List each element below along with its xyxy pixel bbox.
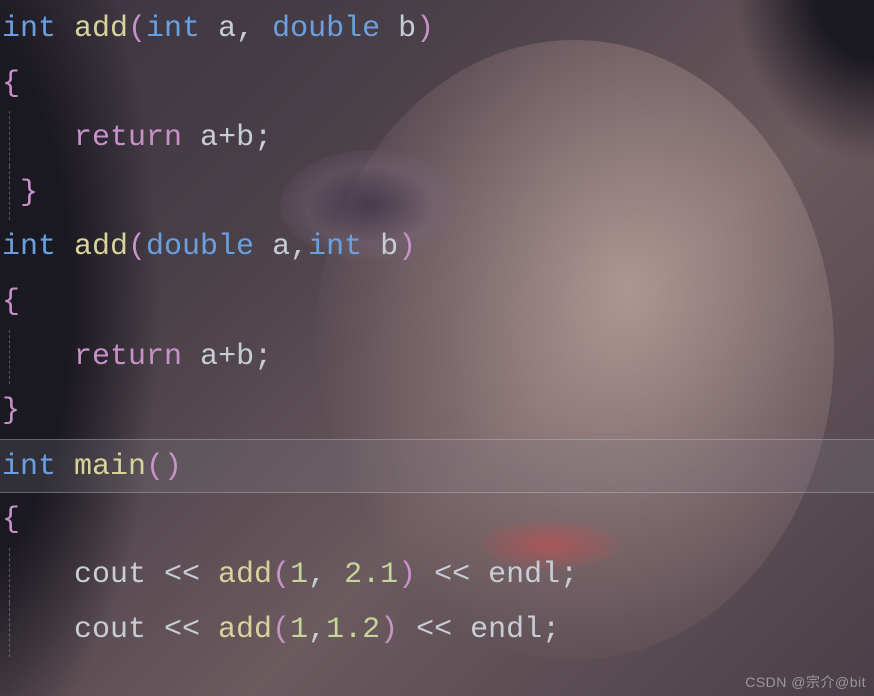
indent-guide	[9, 111, 10, 166]
token-pn: ,	[308, 558, 344, 592]
token-kw: int	[2, 230, 74, 264]
code-line[interactable]: int add(int a, double b)	[0, 2, 874, 57]
code-line-content: int main()	[2, 450, 182, 484]
token-br: )	[416, 12, 434, 46]
token-id: b	[236, 121, 254, 155]
code-line-content: {	[2, 67, 20, 101]
indent-space	[2, 558, 74, 592]
token-br: )	[398, 230, 416, 264]
code-line[interactable]: }	[0, 166, 874, 221]
token-op: <<	[398, 613, 470, 647]
token-br: )	[398, 558, 416, 592]
code-line-content: return a+b;	[2, 121, 272, 155]
code-editor[interactable]: int add(int a, double b){ return a+b; }i…	[0, 0, 874, 696]
code-line[interactable]: return a+b;	[0, 330, 874, 385]
code-line[interactable]: cout << add(1,1.2) << endl;	[0, 603, 874, 658]
code-line-content: {	[2, 285, 20, 319]
indent-guide	[9, 548, 10, 603]
token-num: 1	[290, 558, 308, 592]
code-line-content: }	[2, 394, 20, 428]
code-line[interactable]: }	[0, 384, 874, 439]
token-kw: double	[272, 12, 398, 46]
token-fn: add	[218, 613, 272, 647]
token-pn: ,	[290, 230, 308, 264]
token-pn: ,	[236, 12, 272, 46]
code-line[interactable]: cout << add(1, 2.1) << endl;	[0, 548, 874, 603]
token-id: b	[236, 340, 254, 374]
token-br: (	[272, 558, 290, 592]
token-fn: add	[74, 230, 128, 264]
token-kw: int	[308, 230, 380, 264]
token-pn: ;	[254, 121, 272, 155]
token-br: {	[2, 503, 20, 537]
token-br: }	[2, 176, 38, 210]
indent-guide	[9, 330, 10, 385]
code-line[interactable]: {	[0, 493, 874, 548]
indent-space	[2, 340, 74, 374]
token-id: endl	[470, 613, 542, 647]
token-kw: int	[2, 450, 74, 484]
code-line[interactable]: {	[0, 57, 874, 112]
token-id: a	[200, 340, 218, 374]
token-op: +	[218, 121, 236, 155]
code-line-content: int add(double a,int b)	[2, 230, 416, 264]
code-line[interactable]: return a+b;	[0, 111, 874, 166]
code-line[interactable]: {	[0, 275, 874, 330]
token-id: a	[200, 121, 218, 155]
token-op: +	[218, 340, 236, 374]
code-line-content: return a+b;	[2, 340, 272, 374]
indent-space	[2, 613, 74, 647]
token-br: (	[272, 613, 290, 647]
token-id: cout	[74, 613, 164, 647]
token-fn: add	[218, 558, 272, 592]
token-ret: return	[74, 121, 200, 155]
code-line-content: cout << add(1, 2.1) << endl;	[2, 558, 578, 592]
watermark-text: CSDN @宗介@bit	[745, 672, 866, 692]
token-kw: double	[146, 230, 272, 264]
token-op: <<	[416, 558, 488, 592]
token-id: b	[398, 12, 416, 46]
code-line[interactable]: int main()	[0, 439, 874, 494]
token-num: 1	[290, 613, 308, 647]
token-br: (	[128, 230, 146, 264]
token-fn: main	[74, 450, 146, 484]
token-op: <<	[164, 558, 218, 592]
token-id: b	[380, 230, 398, 264]
token-pn: ;	[254, 340, 272, 374]
token-kw: int	[146, 12, 218, 46]
token-pn: ,	[308, 613, 326, 647]
indent-guide	[9, 603, 10, 658]
token-id: a	[218, 12, 236, 46]
code-line-content: {	[2, 503, 20, 537]
token-br: {	[2, 67, 20, 101]
token-br: {	[2, 285, 20, 319]
token-br: ()	[146, 450, 182, 484]
token-op: <<	[164, 613, 218, 647]
indent-space	[2, 121, 74, 155]
token-fn: add	[74, 12, 128, 46]
token-id: endl	[488, 558, 560, 592]
token-id: cout	[74, 558, 164, 592]
token-num: 1.2	[326, 613, 380, 647]
code-line-content: }	[2, 176, 38, 210]
token-pn: ;	[542, 613, 560, 647]
code-line[interactable]: int add(double a,int b)	[0, 220, 874, 275]
code-line-content: cout << add(1,1.2) << endl;	[2, 613, 560, 647]
token-br: }	[2, 394, 20, 428]
token-br: )	[380, 613, 398, 647]
token-ret: return	[74, 340, 200, 374]
token-br: (	[128, 12, 146, 46]
token-num: 2.1	[344, 558, 398, 592]
code-line-content: int add(int a, double b)	[2, 12, 434, 46]
token-kw: int	[2, 12, 74, 46]
token-id: a	[272, 230, 290, 264]
token-pn: ;	[560, 558, 578, 592]
indent-guide	[9, 166, 10, 221]
